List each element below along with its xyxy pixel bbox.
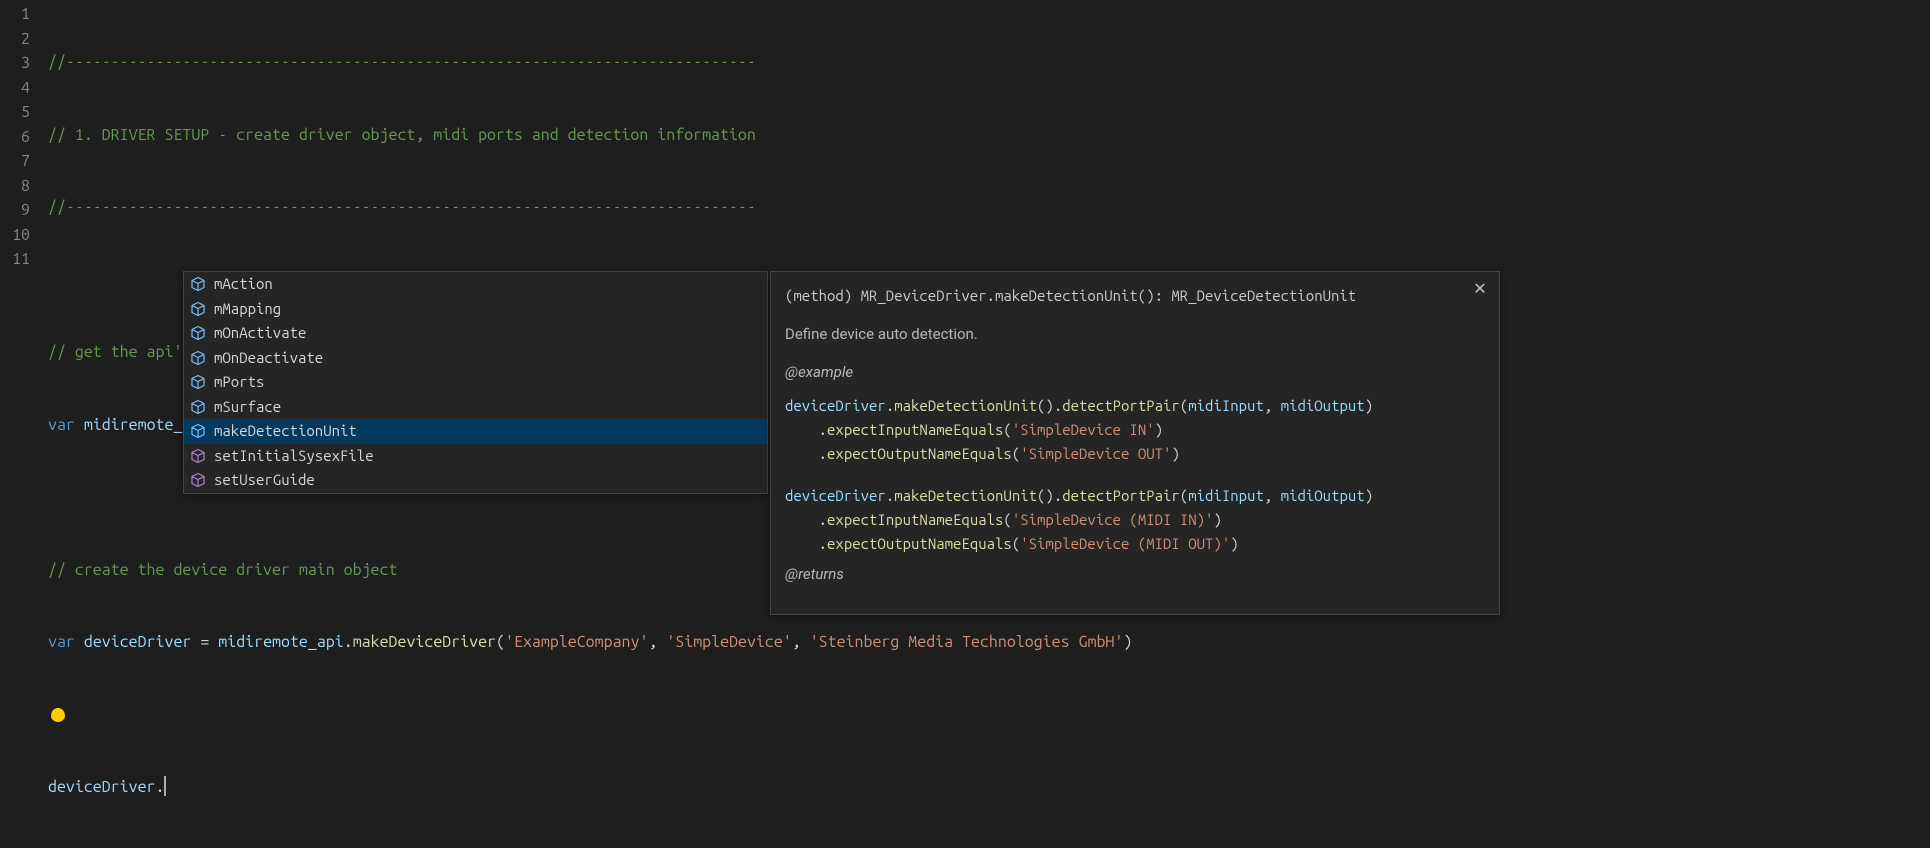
signature-text: (method) MR_DeviceDriver.makeDetectionUn…: [785, 284, 1485, 308]
code-comment: //--------------------------------------…: [48, 53, 756, 71]
suggest-item-label: mAction: [214, 272, 273, 296]
text-cursor: [164, 776, 166, 796]
code-string: 'Steinberg Media Technologies GmbH': [810, 633, 1124, 651]
field-icon: [190, 374, 206, 390]
code-function: makeDeviceDriver: [353, 633, 496, 651]
line-number: 6: [0, 125, 30, 150]
jsdoc-tag: @returns: [785, 562, 1485, 586]
example-code-block: deviceDriver.makeDetectionUnit().detectP…: [785, 484, 1485, 556]
line-number: 10: [0, 223, 30, 248]
code-string: 'SimpleDevice': [666, 633, 791, 651]
field-icon: [190, 276, 206, 292]
line-number: 9: [0, 198, 30, 223]
suggest-item-label: mPorts: [214, 370, 264, 394]
jsdoc-tag: @example: [785, 360, 1485, 384]
code-comment: // 1. DRIVER SETUP - create driver objec…: [48, 126, 756, 144]
code-identifier: deviceDriver: [84, 633, 192, 651]
line-number: 8: [0, 174, 30, 199]
code-identifier: deviceDriver: [48, 778, 156, 796]
line-number: 11: [0, 247, 30, 272]
lightbulb-icon[interactable]: [51, 708, 65, 722]
suggest-item-label: mOnActivate: [214, 321, 306, 345]
field-icon: [190, 423, 206, 439]
suggest-item-mAction[interactable]: mAction: [184, 272, 767, 297]
intellisense-suggest-widget[interactable]: mActionmMappingmOnActivatemOnDeactivatem…: [183, 271, 768, 494]
suggest-item-makeDetectionUnit[interactable]: makeDetectionUnit: [184, 419, 767, 444]
example-code-block: deviceDriver.makeDetectionUnit().detectP…: [785, 394, 1485, 466]
line-number: 1: [0, 2, 30, 27]
method-icon: [190, 472, 206, 488]
suggest-item-label: setUserGuide: [214, 468, 315, 492]
suggest-item-label: makeDetectionUnit: [214, 419, 357, 443]
suggest-item-label: setInitialSysexFile: [214, 444, 374, 468]
code-comment: // create the device driver main object: [48, 561, 397, 579]
line-number: 2: [0, 27, 30, 52]
line-number-gutter: 1 2 3 4 5 6 7 8 9 10 11: [0, 2, 48, 848]
suggest-item-setInitialSysexFile[interactable]: setInitialSysexFile: [184, 444, 767, 469]
suggest-item-mOnActivate[interactable]: mOnActivate: [184, 321, 767, 346]
suggest-item-label: mMapping: [214, 297, 281, 321]
suggest-item-mOnDeactivate[interactable]: mOnDeactivate: [184, 346, 767, 371]
suggest-item-label: mOnDeactivate: [214, 346, 323, 370]
suggest-item-mPorts[interactable]: mPorts: [184, 370, 767, 395]
code-identifier: midiremote_api: [218, 633, 343, 651]
line-number: 5: [0, 100, 30, 125]
field-icon: [190, 350, 206, 366]
code-comment: //--------------------------------------…: [48, 198, 756, 216]
code-keyword: var: [48, 416, 75, 434]
description-text: Define device auto detection.: [785, 322, 1485, 346]
suggest-item-label: mSurface: [214, 395, 281, 419]
line-number: 4: [0, 76, 30, 101]
field-icon: [190, 325, 206, 341]
suggest-item-setUserGuide[interactable]: setUserGuide: [184, 468, 767, 493]
close-icon[interactable]: ✕: [1471, 280, 1489, 298]
method-icon: [190, 448, 206, 464]
field-icon: [190, 301, 206, 317]
line-number: 3: [0, 51, 30, 76]
suggest-item-mSurface[interactable]: mSurface: [184, 395, 767, 420]
field-icon: [190, 399, 206, 415]
suggest-item-mMapping[interactable]: mMapping: [184, 297, 767, 322]
code-string: 'ExampleCompany': [505, 633, 648, 651]
code-keyword: var: [48, 633, 75, 651]
intellisense-details-widget: ✕ (method) MR_DeviceDriver.makeDetection…: [770, 271, 1500, 615]
line-number: 7: [0, 149, 30, 174]
